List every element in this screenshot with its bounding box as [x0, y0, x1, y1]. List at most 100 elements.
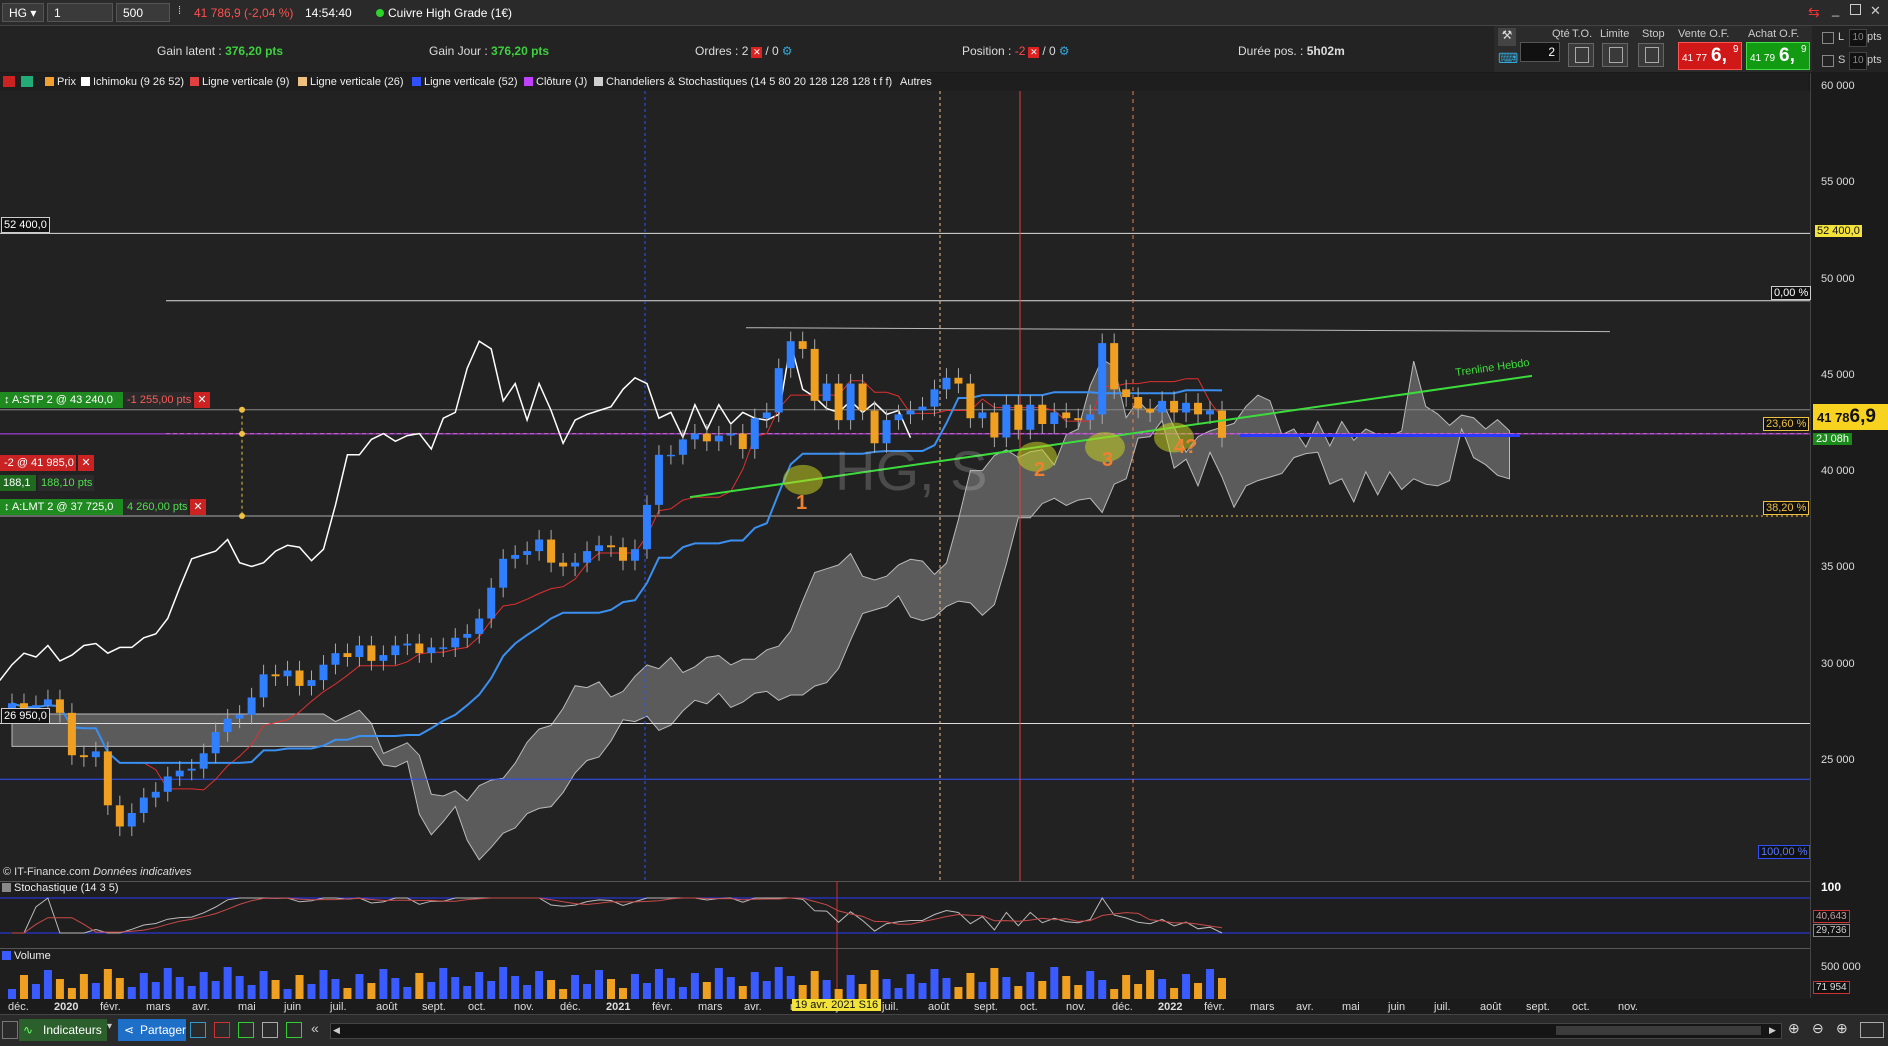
cancel-limit-icon[interactable]: ✕: [190, 499, 206, 515]
window-icon[interactable]: [190, 1022, 206, 1038]
candle: [67, 712, 76, 756]
collapse-left-icon[interactable]: «: [311, 1020, 319, 1036]
stop-order-tag[interactable]: ↕ A:STP 2 @ 43 240,0: [0, 392, 123, 408]
chevron-down-icon[interactable]: ▾: [107, 1021, 112, 1032]
touch-1-label: 1: [796, 492, 808, 514]
candle: [1026, 404, 1035, 430]
close-icon[interactable]: ✕: [1870, 3, 1881, 19]
candle: [1074, 418, 1083, 421]
qty-input[interactable]: 2: [1520, 42, 1560, 62]
maximize-icon[interactable]: [1850, 4, 1861, 15]
position-tag[interactable]: -2 @ 41 985,0: [0, 455, 76, 471]
candle: [1014, 404, 1023, 430]
stop-order-text: A:STP 2 @ 43 240,0: [11, 394, 113, 406]
legend-ligne52[interactable]: Ligne verticale (52): [412, 75, 518, 89]
sell-price-big: 6,: [1711, 45, 1727, 66]
draw-icon[interactable]: [286, 1022, 302, 1038]
candle: [91, 751, 100, 758]
period-select[interactable]: 1 semaine ▾: [47, 3, 113, 58]
s-input[interactable]: 10: [1849, 52, 1867, 70]
x-tick: mars: [146, 1001, 171, 1013]
position-info[interactable]: Position : -2 ✕/ 0 ⚙: [962, 44, 1069, 58]
candle: [211, 732, 220, 754]
keyboard-icon[interactable]: [1860, 1022, 1884, 1038]
price-chart[interactable]: [0, 91, 1810, 1014]
wrench-icon[interactable]: ⚒: [1498, 28, 1516, 46]
volume-bar: [523, 985, 532, 999]
close-position-tag-icon[interactable]: ✕: [78, 455, 94, 471]
cancel-stop-icon[interactable]: ✕: [194, 392, 210, 408]
volume-bar: [990, 968, 999, 999]
legend-prix[interactable]: Prix: [45, 75, 76, 89]
time-scrollbar[interactable]: ◀ ▶: [330, 1023, 1782, 1039]
buy-price-sup: 9: [1801, 44, 1807, 55]
keyboard-icon[interactable]: ⌨: [1498, 50, 1518, 68]
stop-button[interactable]: [1638, 43, 1664, 67]
volume-bar: [1050, 967, 1059, 999]
volume-bar: [702, 982, 711, 999]
scroll-right-icon[interactable]: ▶: [1769, 1025, 1776, 1036]
legend-ligne26[interactable]: Ligne verticale (26): [298, 75, 404, 89]
zoom-in-icon[interactable]: ⊕: [1836, 1020, 1848, 1037]
fib-3820-tag: 38,20 %: [1763, 501, 1810, 515]
scroll-thumb[interactable]: [1556, 1026, 1761, 1035]
volume-bar: [630, 974, 639, 999]
l-checkbox[interactable]: [1822, 32, 1834, 44]
to-label: T.O.: [1572, 28, 1593, 40]
candle: [1194, 402, 1203, 415]
legend-cloture[interactable]: Clôture (J): [524, 75, 587, 89]
volume-bar: [391, 978, 400, 999]
order-book-icon[interactable]: [214, 1022, 230, 1038]
limite-button[interactable]: [1602, 43, 1628, 67]
minimize-icon[interactable]: _: [1832, 2, 1839, 17]
candle: [714, 435, 723, 442]
add-icon[interactable]: [21, 76, 33, 87]
status-dot-icon: [376, 9, 384, 17]
stochastic-label[interactable]: Stochastique (14 3 5): [0, 881, 119, 895]
sell-button[interactable]: 41 77 6, 9: [1678, 42, 1742, 70]
units-select[interactable]: 500 unités ▾: [116, 3, 170, 58]
updown-icon: ↕: [4, 394, 12, 406]
gear-icon[interactable]: ⚙: [1059, 44, 1070, 58]
volume-bar: [1038, 981, 1047, 999]
fib-2360-tag: 23,60 %: [1763, 417, 1810, 431]
legend-ichimoku[interactable]: Ichimoku (9 26 52): [81, 75, 184, 89]
volume-bar: [283, 989, 292, 999]
indicators-button[interactable]: ∿ Indicateurs: [19, 1019, 107, 1041]
symbol-select[interactable]: HG ▾: [2, 3, 44, 22]
layout-icon[interactable]: [2, 1021, 18, 1039]
candle: [666, 454, 675, 457]
legend-chandeliers[interactable]: Chandeliers & Stochastiques (14 5 80 20 …: [594, 75, 892, 89]
legend-autres[interactable]: Autres: [888, 75, 932, 89]
top-toolbar: HG ▾ 1 semaine ▾ 500 unités ▾ ⁞ 41 786,9…: [0, 0, 1888, 58]
s-checkbox[interactable]: [1822, 55, 1834, 67]
zoom-out-icon[interactable]: ⊖: [1812, 1020, 1824, 1037]
y-axis[interactable]: 60 000 55 000 50 000 45 000 40 000 35 00…: [1758, 73, 1888, 998]
orders-info[interactable]: Ordres : 2 ✕/ 0 ⚙: [695, 44, 792, 58]
to-button[interactable]: [1568, 43, 1594, 67]
candle: [595, 545, 604, 552]
scroll-left-icon[interactable]: ◀: [333, 1025, 340, 1036]
info-icon[interactable]: ⁞: [178, 5, 186, 19]
candle: [954, 377, 963, 384]
volume-label[interactable]: Volume: [0, 949, 51, 963]
legend-ligne9[interactable]: Ligne verticale (9): [190, 75, 289, 89]
stop-label: Stop: [1642, 28, 1665, 40]
zoom-fit-icon[interactable]: ⊕: [1788, 1020, 1800, 1037]
volume-bar: [235, 976, 244, 999]
remove-icon[interactable]: [3, 76, 15, 87]
candle: [1098, 343, 1107, 415]
sync-icon[interactable]: ⇆: [1808, 4, 1820, 21]
screenshot-icon[interactable]: [262, 1022, 278, 1038]
cancel-orders-icon[interactable]: ✕: [751, 47, 763, 58]
limit-order-tag[interactable]: ↕ A:LMT 2 @ 37 725,0: [0, 499, 123, 515]
close-position-icon[interactable]: ✕: [1028, 47, 1040, 58]
gear-icon[interactable]: ⚙: [782, 44, 793, 58]
alert-icon[interactable]: [238, 1022, 254, 1038]
buy-button[interactable]: 41 79 6, 9: [1746, 42, 1810, 70]
share-button[interactable]: ⋖ Partager: [118, 1019, 186, 1041]
volume-bar: [295, 975, 304, 999]
candle: [1206, 410, 1215, 415]
l-input[interactable]: 10: [1849, 29, 1867, 47]
l-label: L: [1838, 31, 1845, 43]
